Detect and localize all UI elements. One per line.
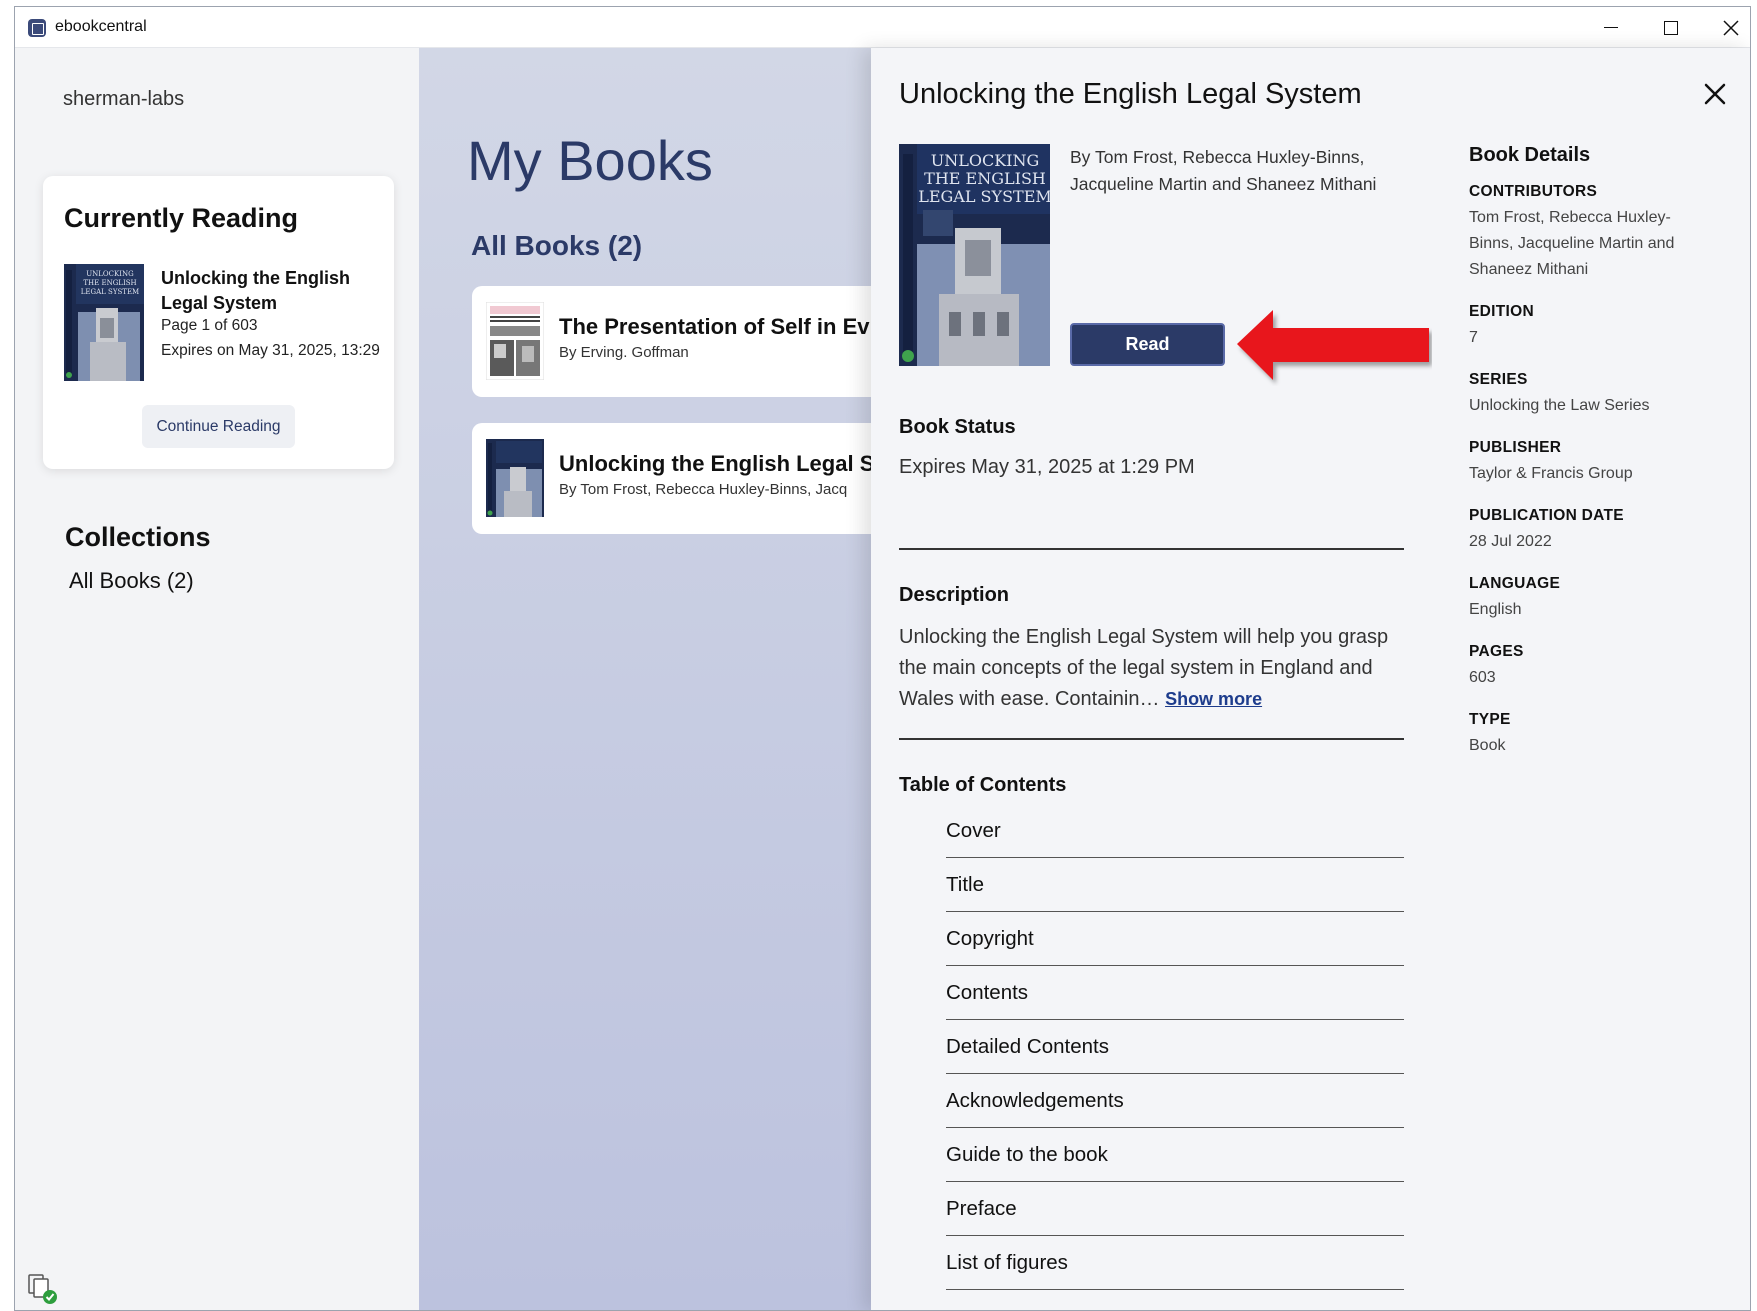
pages-value: 603: [1469, 669, 1496, 686]
app-icon: [28, 19, 46, 37]
page-title: My Books: [467, 129, 713, 192]
app-window: ebookcentral sherman-labs Currently Read…: [14, 6, 1751, 1311]
contributors-value: Tom Frost, Rebecca Huxley-Binns, Jacquel…: [1469, 209, 1675, 278]
current-book-title[interactable]: Unlocking the English Legal System: [161, 266, 381, 316]
current-book-page: Page 1 of 603: [161, 317, 258, 334]
toc-item[interactable]: Contents: [946, 966, 1404, 1020]
description-text: Unlocking the English Legal System will …: [899, 622, 1404, 715]
currently-reading-heading: Currently Reading: [64, 203, 299, 233]
description-heading: Description: [899, 584, 1010, 606]
toc-item[interactable]: Detailed Contents: [946, 1020, 1404, 1074]
book-title: The Presentation of Self in Ev: [559, 314, 870, 339]
series-value: Unlocking the Law Series: [1469, 397, 1650, 414]
book-author: By Erving. Goffman: [559, 344, 689, 361]
detail-authors: By Tom Frost, Rebecca Huxley-Binns, Jacq…: [1070, 147, 1377, 194]
book-title: Unlocking the English Legal S: [559, 451, 871, 476]
publisher-label: PUBLISHER: [1469, 439, 1562, 456]
sidebar: sherman-labs Currently Reading UNLOCKING…: [15, 48, 419, 1310]
description-body: Unlocking the English Legal System will …: [899, 626, 1389, 710]
language-value: English: [1469, 601, 1522, 618]
language-label: LANGUAGE: [1469, 575, 1561, 592]
show-more-link[interactable]: Show more: [1165, 689, 1262, 709]
divider: [899, 548, 1404, 550]
book-cover-image: [486, 439, 544, 517]
edition-label: EDITION: [1469, 303, 1534, 320]
cover-line-1: UNLOCKING: [931, 151, 1040, 170]
account-name[interactable]: sherman-labs: [63, 88, 184, 111]
publication-date-value: 28 Jul 2022: [1469, 533, 1552, 550]
svg-text:THE ENGLISH: THE ENGLISH: [83, 279, 136, 287]
type-label: TYPE: [1469, 711, 1511, 728]
toc-item[interactable]: Guide to the book: [946, 1128, 1404, 1182]
minimize-icon: [1604, 26, 1618, 29]
book-card[interactable]: Unlocking the English Legal S By Tom Fro…: [472, 423, 871, 534]
currently-reading-card: Currently Reading UNLOCKING THE ENGLISH …: [43, 176, 394, 469]
toc-item[interactable]: Preface: [946, 1182, 1404, 1236]
close-window-button[interactable]: [1701, 7, 1750, 48]
red-arrow-annotation: [1237, 310, 1429, 380]
pages-label: PAGES: [1469, 643, 1524, 660]
book-details: Book Details CONTRIBUTORS Tom Frost, Reb…: [1469, 144, 1709, 779]
collection-item-all-books[interactable]: All Books (2): [69, 568, 194, 594]
all-books-heading: All Books (2): [471, 230, 643, 261]
book-details-heading: Book Details: [1469, 144, 1591, 166]
toc-heading: Table of Contents: [899, 774, 1067, 796]
book-detail-panel: Unlocking the English Legal System UNLOC…: [871, 48, 1750, 1310]
contributors-label: CONTRIBUTORS: [1469, 183, 1598, 200]
sync-status-icon[interactable]: [27, 1273, 59, 1305]
current-book-expiry: Expires on May 31, 2025, 13:29: [161, 342, 380, 359]
toc-item[interactable]: Title: [946, 858, 1404, 912]
continue-reading-button[interactable]: Continue Reading: [142, 405, 295, 448]
minimize-button[interactable]: [1581, 7, 1641, 48]
svg-text:UNLOCKING: UNLOCKING: [86, 270, 134, 278]
toc-list: Cover Title Copyright Contents Detailed …: [946, 804, 1404, 1290]
title-bar: ebookcentral: [15, 7, 1750, 48]
close-panel-icon[interactable]: [1701, 80, 1729, 108]
publication-date-label: PUBLICATION DATE: [1469, 507, 1624, 524]
detail-title: Unlocking the English Legal System: [899, 78, 1362, 110]
maximize-icon: [1664, 20, 1678, 35]
maximize-button[interactable]: [1641, 7, 1701, 48]
window-title: ebookcentral: [55, 18, 147, 35]
book-author: By Tom Frost, Rebecca Huxley-Binns, Jacq: [559, 481, 848, 498]
toc-item[interactable]: Copyright: [946, 912, 1404, 966]
type-value: Book: [1469, 737, 1506, 754]
toc-item[interactable]: Acknowledgements: [946, 1074, 1404, 1128]
book-cover-image[interactable]: UNLOCKING THE ENGLISH LEGAL SYSTEM: [64, 264, 144, 381]
series-label: SERIES: [1469, 371, 1528, 388]
close-icon: [1723, 19, 1739, 36]
book-status-heading: Book Status: [899, 416, 1016, 438]
book-card[interactable]: The Presentation of Self in Ev By Erving…: [472, 286, 871, 397]
cover-line-3: LEGAL SYSTEM: [918, 187, 1050, 206]
cover-line-2: THE ENGLISH: [924, 169, 1046, 188]
edition-value: 7: [1469, 329, 1478, 346]
main-content: My Books All Books (2) The Presentation …: [419, 48, 871, 1310]
toc-item[interactable]: List of figures: [946, 1236, 1404, 1290]
book-cover-image: [486, 302, 544, 380]
read-button[interactable]: Read: [1070, 323, 1225, 366]
toc-item[interactable]: Cover: [946, 804, 1404, 858]
publisher-value: Taylor & Francis Group: [1469, 465, 1633, 482]
book-cover-image: UNLOCKING THE ENGLISH LEGAL SYSTEM: [899, 144, 1050, 366]
collections-heading: Collections: [65, 522, 211, 552]
divider: [899, 738, 1404, 740]
svg-text:LEGAL SYSTEM: LEGAL SYSTEM: [81, 288, 139, 296]
book-status-value: Expires May 31, 2025 at 1:29 PM: [899, 456, 1195, 478]
